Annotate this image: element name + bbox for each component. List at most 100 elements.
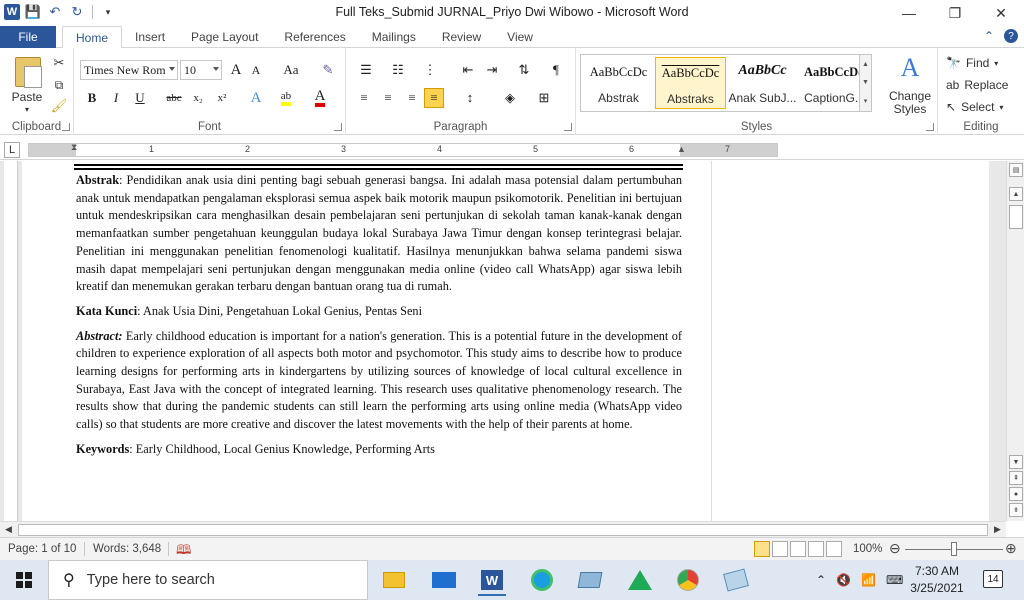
close-button[interactable]: ✕ xyxy=(978,0,1024,26)
multilevel-list-icon[interactable]: ⋮ xyxy=(418,60,442,80)
borders-icon[interactable]: ⊞ xyxy=(532,88,556,108)
horizontal-ruler[interactable]: 1 2 3 4 5 6 7 ⧗ ▲ xyxy=(28,142,778,157)
next-page-icon[interactable]: ⇟ xyxy=(1009,503,1023,517)
zoom-level[interactable]: 100% xyxy=(853,543,882,555)
subscript-button[interactable]: x₂ xyxy=(188,88,208,108)
styles-launcher-icon[interactable] xyxy=(926,123,934,131)
style-abstraks[interactable]: AaBbCcDc Abstraks xyxy=(655,57,726,109)
taskbar-search-box[interactable]: ⚲ Type here to search xyxy=(48,560,368,600)
font-color-icon[interactable]: A xyxy=(310,88,330,108)
tab-file[interactable]: File xyxy=(0,26,56,48)
indent-marker-icon[interactable]: ⧗ xyxy=(71,142,77,153)
grow-font-button[interactable]: A xyxy=(226,60,246,80)
minimize-ribbon-icon[interactable]: ⌃ xyxy=(984,29,994,43)
paste-icon[interactable] xyxy=(10,54,46,90)
change-styles-button[interactable]: Change Styles xyxy=(882,88,938,118)
align-center-icon[interactable]: ≡ xyxy=(378,88,398,108)
tab-page-layout[interactable]: Page Layout xyxy=(178,26,271,48)
abstract-paragraph[interactable]: Abstract: Early childhood education is i… xyxy=(76,328,682,434)
bullets-icon[interactable]: ☰ xyxy=(354,60,378,80)
select-button[interactable]: ↖ Select ▾ xyxy=(946,98,1022,116)
horizontal-scroll-thumb[interactable] xyxy=(18,524,988,536)
edge-browser-icon[interactable] xyxy=(524,564,560,596)
show-hidden-icons-icon[interactable]: ⌃ xyxy=(816,573,826,587)
help-icon[interactable]: ? xyxy=(1004,29,1018,43)
wifi-icon[interactable]: 📶 xyxy=(861,573,876,587)
font-launcher-icon[interactable] xyxy=(334,123,342,131)
vertical-ruler[interactable] xyxy=(4,161,18,521)
document-page[interactable]: Abstrak: Pendidikan anak usia dini penti… xyxy=(22,161,711,521)
style-anak-subj[interactable]: AaBbCc Anak SubJ... xyxy=(727,57,798,109)
strikethrough-button[interactable]: abc xyxy=(162,88,186,108)
print-layout-view-button[interactable] xyxy=(754,541,770,557)
gallery-down-icon[interactable]: ▼ xyxy=(862,79,869,86)
tab-view[interactable]: View xyxy=(494,26,546,48)
word-count[interactable]: Words: 3,648 xyxy=(93,543,161,555)
clipboard-launcher-icon[interactable] xyxy=(62,123,70,131)
vertical-scrollbar[interactable]: ▤ ▲ ▼ ⇞ ● ⇟ xyxy=(1006,161,1024,521)
tab-selector-icon[interactable]: L xyxy=(4,142,20,158)
gallery-up-icon[interactable]: ▲ xyxy=(862,61,869,68)
format-painter-icon[interactable]: 🖌 xyxy=(50,97,68,115)
volume-muted-icon[interactable]: 🔇 xyxy=(836,573,851,587)
shrink-font-button[interactable]: A xyxy=(246,60,266,80)
gallery-more-icon[interactable]: ▾ xyxy=(864,97,868,105)
kata-kunci-paragraph[interactable]: Kata Kunci: Anak Usia Dini, Pengetahuan … xyxy=(76,303,682,321)
chrome-icon[interactable] xyxy=(670,564,706,596)
find-button[interactable]: 🔭 Find ▾ xyxy=(946,54,1022,72)
browse-object-icon[interactable]: ● xyxy=(1009,487,1023,501)
scroll-right-icon[interactable]: ▶ xyxy=(994,524,1001,535)
minimize-button[interactable]: — xyxy=(886,0,932,26)
paragraph-launcher-icon[interactable] xyxy=(564,123,572,131)
copy-icon[interactable]: ⧉ xyxy=(50,76,68,94)
scroll-down-icon[interactable]: ▼ xyxy=(1009,455,1023,469)
align-right-icon[interactable]: ≡ xyxy=(402,88,422,108)
previous-page-icon[interactable]: ⇞ xyxy=(1009,471,1023,485)
document-body[interactable]: Abstrak: Pendidikan anak usia dini penti… xyxy=(76,172,682,466)
word-taskbar-icon[interactable]: W xyxy=(474,564,510,596)
zoom-out-icon[interactable]: ⊖ xyxy=(889,540,901,557)
superscript-button[interactable]: x² xyxy=(212,88,232,108)
mail-icon[interactable] xyxy=(426,564,462,596)
replace-button[interactable]: ab Replace xyxy=(946,76,1022,94)
style-abstrak[interactable]: AaBbCcDc Abstrak xyxy=(583,57,654,109)
bold-button[interactable]: B xyxy=(82,88,102,108)
start-button[interactable] xyxy=(0,560,48,600)
text-effects-icon[interactable]: A xyxy=(246,88,266,108)
file-explorer-icon[interactable] xyxy=(376,564,412,596)
shading-icon[interactable]: ◈ xyxy=(498,88,522,108)
right-indent-marker-icon[interactable]: ▲ xyxy=(677,144,686,154)
tab-insert[interactable]: Insert xyxy=(122,26,178,48)
justify-icon[interactable]: ≡ xyxy=(424,88,444,108)
clear-formatting-icon[interactable]: ✎ xyxy=(318,60,338,80)
vertical-scroll-thumb[interactable] xyxy=(1009,205,1023,229)
keywords-paragraph[interactable]: Keywords: Early Childhood, Local Genius … xyxy=(76,441,682,459)
paste-dropdown-icon[interactable]: ▾ xyxy=(5,104,49,114)
page-count[interactable]: Page: 1 of 10 xyxy=(8,543,76,555)
zoom-in-icon[interactable]: ⊕ xyxy=(1005,540,1017,557)
taskbar-clock[interactable]: 7:30 AM 3/25/2021 xyxy=(905,563,969,597)
view-ruler-icon[interactable]: ▤ xyxy=(1009,163,1023,177)
cut-icon[interactable]: ✂ xyxy=(50,54,68,72)
outline-view-button[interactable] xyxy=(808,541,824,557)
paint-app-icon[interactable] xyxy=(718,564,754,596)
keyboard-icon[interactable]: ⌨ xyxy=(886,573,903,587)
show-formatting-marks-icon[interactable]: ¶ xyxy=(546,60,566,80)
tab-review[interactable]: Review xyxy=(429,26,494,48)
notifications-icon[interactable]: 14 xyxy=(983,570,1003,588)
numbering-icon[interactable]: ☷ xyxy=(386,60,410,80)
tab-mailings[interactable]: Mailings xyxy=(359,26,429,48)
web-layout-view-button[interactable] xyxy=(790,541,806,557)
draft-view-button[interactable] xyxy=(826,541,842,557)
restore-button[interactable]: ❐ xyxy=(932,0,978,26)
full-screen-reading-view-button[interactable] xyxy=(772,541,788,557)
app-window-icon[interactable] xyxy=(572,564,608,596)
italic-button[interactable]: I xyxy=(106,88,126,108)
line-spacing-icon[interactable]: ↕ xyxy=(458,88,482,108)
scroll-left-icon[interactable]: ◀ xyxy=(5,524,12,535)
decrease-indent-icon[interactable]: ⇤ xyxy=(458,60,478,80)
zoom-slider-handle[interactable] xyxy=(951,542,957,556)
tab-references[interactable]: References xyxy=(271,26,358,48)
abstrak-paragraph[interactable]: Abstrak: Pendidikan anak usia dini penti… xyxy=(76,172,682,296)
scroll-up-icon[interactable]: ▲ xyxy=(1009,187,1023,201)
